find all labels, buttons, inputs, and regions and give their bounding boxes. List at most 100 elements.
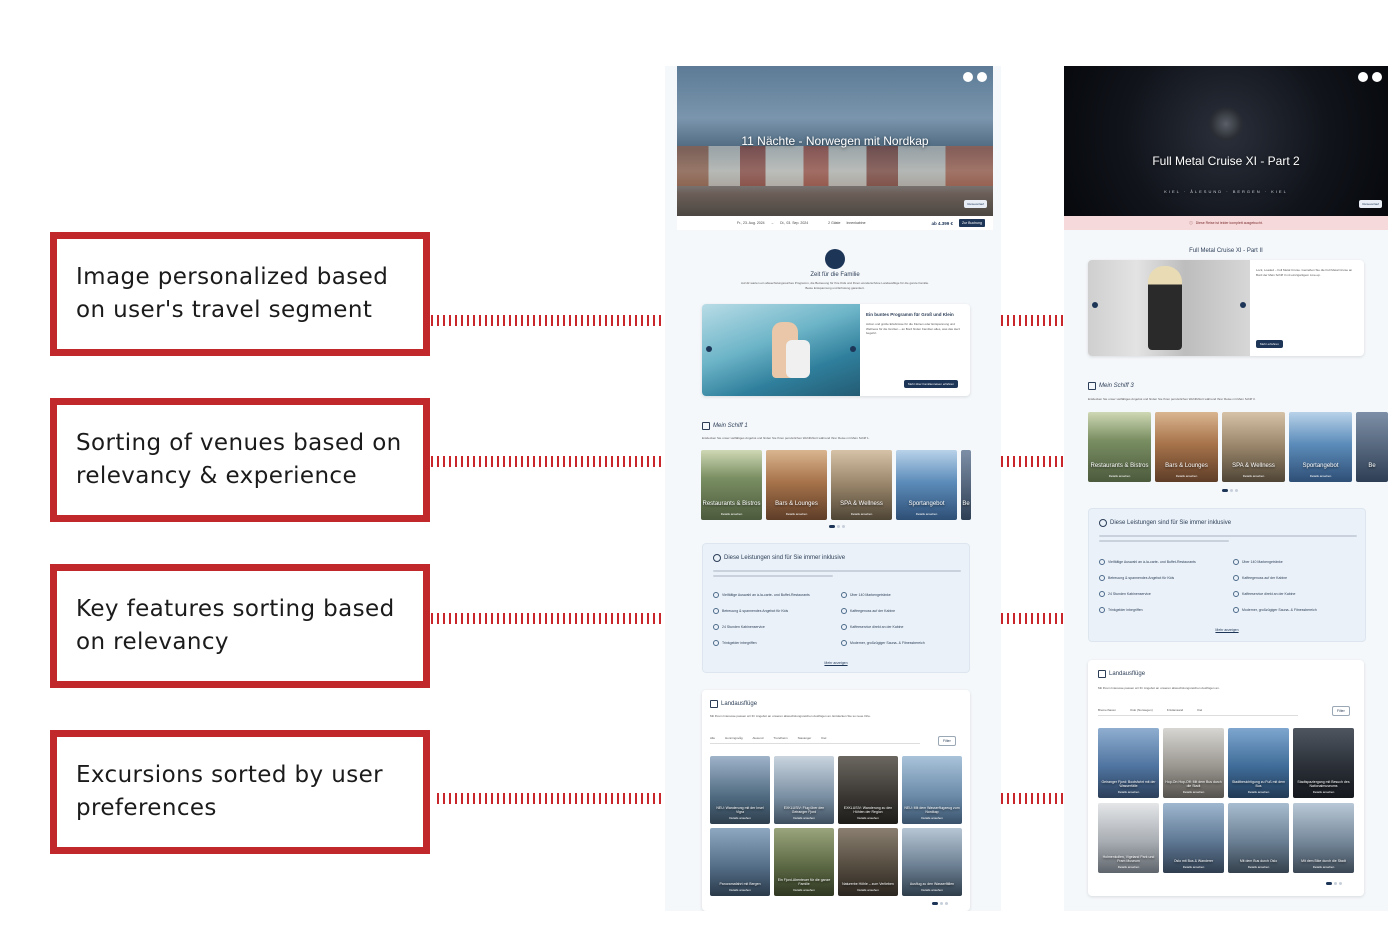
excursion-card[interactable]: Ausflug zu den Wasserfällen Details anseh… bbox=[902, 828, 962, 896]
feature-item[interactable]: Betreuung & spannendes Angebot für Kids bbox=[1099, 575, 1174, 581]
tab-item[interactable]: Kiel bbox=[1197, 708, 1202, 715]
venue-more-link[interactable]: Details ansehen bbox=[766, 512, 827, 516]
excursion-more-link[interactable]: Details ansehen bbox=[902, 888, 962, 892]
excursion-card[interactable]: Holmenkollen, Vigeland Park und Fram Mus… bbox=[1098, 803, 1159, 873]
excursion-more-link[interactable]: Details ansehen bbox=[838, 816, 898, 820]
filter-button[interactable]: Filter bbox=[1332, 706, 1350, 716]
favorite-icon[interactable] bbox=[977, 72, 987, 82]
excursion-more-link[interactable]: Details ansehen bbox=[1163, 865, 1224, 869]
carousel-next-icon[interactable] bbox=[1240, 302, 1246, 308]
venue-card[interactable]: Sportangebot Details ansehen bbox=[896, 450, 957, 520]
excursion-card[interactable]: Naturerbe Höhle – zum Verlieben Details a… bbox=[838, 828, 898, 896]
venue-card[interactable]: Be bbox=[961, 450, 971, 520]
excursion-more-link[interactable]: Details ansehen bbox=[1163, 790, 1224, 794]
excursion-card[interactable]: Geiranger Fjord: Bootsfahrt mit der Wass… bbox=[1098, 728, 1159, 798]
feature-item[interactable]: Kaffeeservice direkt an der Kabine bbox=[1233, 591, 1295, 597]
venue-card[interactable]: SPA & Wellness Details ansehen bbox=[1222, 412, 1285, 482]
carousel-next-icon[interactable] bbox=[850, 346, 856, 352]
feature-item[interactable]: Kaffeegenuss auf der Kabine bbox=[1233, 575, 1287, 581]
carousel-prev-icon[interactable] bbox=[706, 346, 712, 352]
venue-card[interactable]: Bars & Lounges Details ansehen bbox=[1155, 412, 1218, 482]
feature-item[interactable]: Trinkgelder inbegriffen bbox=[713, 640, 757, 646]
venue-card[interactable]: SPA & Wellness Details ansehen bbox=[831, 450, 892, 520]
tab-item[interactable]: Stavanger bbox=[798, 736, 812, 743]
excursion-more-link[interactable]: Details ansehen bbox=[1098, 865, 1159, 869]
carousel-dots[interactable] bbox=[1222, 489, 1238, 492]
carousel-prev-icon[interactable] bbox=[1092, 302, 1098, 308]
tab-item[interactable]: Alle bbox=[710, 736, 715, 743]
feature-item[interactable]: Über 140 Markengetränke bbox=[1233, 559, 1283, 565]
excursion-more-link[interactable]: Details ansehen bbox=[1293, 790, 1354, 794]
excursion-card[interactable]: EXKLUSIV: Flug über den Geiranger Fjord D… bbox=[774, 756, 834, 824]
favorite-icon[interactable] bbox=[1372, 72, 1382, 82]
excursion-more-link[interactable]: Details ansehen bbox=[1228, 790, 1289, 794]
venue-card[interactable]: Be bbox=[1356, 412, 1388, 482]
excursion-more-link[interactable]: Details ansehen bbox=[710, 816, 770, 820]
feature-button[interactable]: Mehr erfahren bbox=[1256, 340, 1283, 348]
tab-item[interactable]: Kiel bbox=[821, 736, 826, 743]
excursion-more-link[interactable]: Details ansehen bbox=[774, 816, 834, 820]
cabin-type[interactable]: Innenkabine bbox=[846, 221, 865, 225]
excursion-more-link[interactable]: Details ansehen bbox=[1098, 790, 1159, 794]
excursion-card[interactable]: Mit dem Bus durch Oslo Details ansehen bbox=[1228, 803, 1289, 873]
feature-item[interactable]: Moderner, großzügiger Sauna- & Fitnessbe… bbox=[1233, 607, 1317, 613]
feature-item[interactable]: Kaffeeservice direkt an der Kabine bbox=[841, 624, 903, 630]
show-more-link[interactable]: Mehr anzeigen bbox=[1089, 628, 1365, 632]
excursion-more-link[interactable]: Details ansehen bbox=[1228, 865, 1289, 869]
excursion-card[interactable]: Panoramafahrt mit Bergen Details ansehen bbox=[710, 828, 770, 896]
venue-more-link[interactable]: Details ansehen bbox=[701, 512, 762, 516]
pagination-dots[interactable] bbox=[1326, 882, 1342, 885]
venue-more-link[interactable]: Details ansehen bbox=[1222, 474, 1285, 478]
excursion-card[interactable]: Stadtspaziergang mit Besuch des National… bbox=[1293, 728, 1354, 798]
book-button[interactable]: Zur Buchung bbox=[958, 219, 985, 227]
feature-item[interactable]: Über 140 Markengetränke bbox=[841, 592, 891, 598]
venue-card[interactable]: Restaurants & Bistros Details ansehen bbox=[1088, 412, 1151, 482]
share-icon[interactable] bbox=[963, 72, 973, 82]
venue-more-link[interactable]: Details ansehen bbox=[831, 512, 892, 516]
excursion-more-link[interactable]: Details ansehen bbox=[774, 888, 834, 892]
share-icon[interactable] bbox=[1358, 72, 1368, 82]
excursion-more-link[interactable]: Details ansehen bbox=[902, 816, 962, 820]
feature-item[interactable]: Kaffeegenuss auf der Kabine bbox=[841, 608, 895, 614]
excursion-more-link[interactable]: Details ansehen bbox=[838, 888, 898, 892]
venue-more-link[interactable]: Details ansehen bbox=[1155, 474, 1218, 478]
excursion-card[interactable]: NEU: Wanderung mit der Insel Vigra Detail… bbox=[710, 756, 770, 824]
guests-count[interactable]: 2 Gäste bbox=[828, 221, 840, 225]
excursion-card[interactable]: Ein Fjord-Abenteuer für die ganze Famili… bbox=[774, 828, 834, 896]
tab-item[interactable]: Trondheim bbox=[773, 736, 787, 743]
excursion-card[interactable]: Stadtbesichtigung zu Fuß mit dem Bus Deta… bbox=[1228, 728, 1289, 798]
feature-item[interactable]: Trinkgelder inbegriffen bbox=[1099, 607, 1143, 613]
tab-item[interactable]: Alesund bbox=[753, 736, 764, 743]
show-more-link[interactable]: Mehr anzeigen bbox=[703, 661, 969, 665]
venue-card[interactable]: Sportangebot Details ansehen bbox=[1289, 412, 1352, 482]
route-button[interactable]: Reiseverlauf bbox=[964, 200, 987, 208]
pagination-dots[interactable] bbox=[932, 902, 948, 905]
venue-more-link[interactable]: Details ansehen bbox=[1289, 474, 1352, 478]
filter-button[interactable]: Filter bbox=[938, 736, 956, 746]
venue-more-link[interactable]: Details ansehen bbox=[896, 512, 957, 516]
connector-line bbox=[1001, 315, 1065, 326]
excursion-more-link[interactable]: Details ansehen bbox=[710, 888, 770, 892]
excursion-card[interactable]: NEU: Mit dem Wasserflugzeug zum Nordkap D… bbox=[902, 756, 962, 824]
feature-item[interactable]: Moderner, großzügiger Sauna- & Fitnessbe… bbox=[841, 640, 925, 646]
excursion-card[interactable]: Hop-On Hop-Off: Mit dem Bus durch die St… bbox=[1163, 728, 1224, 798]
carousel-dots[interactable] bbox=[829, 525, 845, 528]
feature-item[interactable]: Vielfältige Auswahl an à-la-carte- und B… bbox=[713, 592, 810, 598]
tab-item[interactable]: Kristiansand bbox=[1167, 708, 1184, 715]
tab-item[interactable]: Oslo (Norwegen) bbox=[1130, 708, 1153, 715]
tab-item[interactable]: Bremerhaven bbox=[1098, 708, 1116, 715]
venue-card[interactable]: Restaurants & Bistros Details ansehen bbox=[701, 450, 762, 520]
feature-item[interactable]: Vielfältige Auswahl an à-la-carte- und B… bbox=[1099, 559, 1196, 565]
venue-more-link[interactable]: Details ansehen bbox=[1088, 474, 1151, 478]
excursion-more-link[interactable]: Details ansehen bbox=[1293, 865, 1354, 869]
excursion-card[interactable]: Oslo mit Bus & Wanderer Details ansehen bbox=[1163, 803, 1224, 873]
venue-card[interactable]: Bars & Lounges Details ansehen bbox=[766, 450, 827, 520]
feature-item[interactable]: 24 Stunden Kabinenservice bbox=[713, 624, 765, 630]
tab-item[interactable]: Honningsvåg bbox=[725, 736, 743, 743]
excursion-card[interactable]: Mit dem Bike durch die Stadt Details anse… bbox=[1293, 803, 1354, 873]
feature-item[interactable]: Betreuung & spannendes Angebot für Kids bbox=[713, 608, 788, 614]
promo-button[interactable]: Mehr über Familienreisen erfahren bbox=[904, 380, 959, 388]
route-button[interactable]: Reiseverlauf bbox=[1359, 200, 1382, 208]
excursion-card[interactable]: EXKLUSIV: Wanderung zu den Höhlen der Re… bbox=[838, 756, 898, 824]
feature-item[interactable]: 24 Stunden Kabinenservice bbox=[1099, 591, 1151, 597]
